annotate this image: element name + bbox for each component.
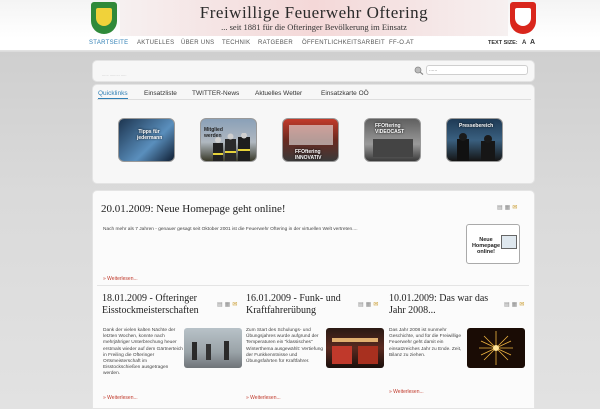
post-divider [97, 285, 529, 286]
post-title[interactable]: 18.01.2009 - Ofteringer Eisstockmeisters… [102, 293, 214, 317]
email-icon[interactable]: ✉ [519, 302, 524, 308]
quicklink-label: FFOftering INNOVATIV [295, 149, 322, 161]
text-size-decrease-button[interactable]: A [522, 40, 526, 46]
site-title: Freiwillige Feuerwehr Oftering [199, 3, 429, 22]
site-subtitle: ... seit 1881 für die Ofteringer Bevölke… [221, 22, 407, 32]
featured-post-tools: ▤ ▦ ✉ [497, 204, 519, 211]
post-image-ice-stock[interactable] [184, 328, 242, 368]
read-more-link[interactable]: » Weiterlesen... [389, 389, 424, 395]
tab-quicklinks[interactable]: Quicklinks [98, 90, 128, 99]
post-tools: ▤ ▦ ✉ [358, 301, 380, 308]
email-icon[interactable]: ✉ [232, 302, 237, 308]
nav-ueber-uns[interactable]: ÜBER UNS [181, 40, 214, 46]
fire-brigade-logo[interactable] [510, 2, 536, 34]
quicklink-label: Pressebereich [459, 123, 494, 129]
quicklink-ffoftering-videocast[interactable]: FFOftering VIDEOCAST [364, 118, 421, 162]
text-size-label: TEXT SIZE: [488, 40, 518, 46]
post-image-fire-station[interactable] [326, 328, 384, 368]
pdf-icon[interactable]: ▦ [512, 302, 518, 308]
search-input[interactable] [426, 65, 528, 75]
main-navigation: STARTSEITE AKTUELLES ÜBER UNS TECHNIK RA… [0, 38, 600, 51]
post-text: Zum Start des Schulungs- und Übungsjahre… [246, 328, 324, 365]
quicklink-label: FFOftering VIDEOCAST [375, 123, 405, 135]
pdf-icon[interactable]: ▦ [366, 302, 372, 308]
breadcrumb: ...... ......... ..... [102, 72, 127, 77]
print-icon[interactable]: ▤ [504, 302, 510, 308]
tab-einsatzliste[interactable]: Einsatzliste [144, 90, 177, 97]
quicklink-tipps-fuer-jedermann[interactable]: Tipps für jedermann [118, 118, 175, 162]
featured-post-title[interactable]: 20.01.2009: Neue Homepage geht online! [101, 203, 286, 215]
monitor-icon [501, 235, 517, 249]
tab-aktuelles-wetter[interactable]: Aktuelles Wetter [255, 90, 302, 97]
municipal-crest-logo [91, 2, 117, 34]
featured-post-text: Nach mehr als 7 Jahren - genauer gesagt … [103, 227, 358, 232]
post-tools: ▤ ▦ ✉ [217, 301, 239, 308]
quicklink-pressebereich[interactable]: Pressebereich [446, 118, 503, 162]
nav-technik[interactable]: TECHNIK [222, 40, 250, 46]
badge-label: Neue Homepage online! [471, 237, 501, 255]
text-size-increase-button[interactable]: A [530, 39, 535, 46]
post-text: Dank der vielen kalten Nächte der letzte… [103, 328, 183, 377]
read-more-link[interactable]: » Weiterlesen... [246, 395, 281, 401]
print-icon[interactable]: ▤ [217, 302, 223, 308]
featured-read-more-link[interactable]: » Weiterlesen... [103, 276, 138, 282]
nav-startseite[interactable]: STARTSEITE [89, 40, 128, 46]
tab-einsatzkarte[interactable]: Einsatzkarte OÖ [321, 90, 369, 97]
nav-ff-o-at[interactable]: FF-O.AT [389, 40, 414, 46]
press-photo [457, 133, 495, 161]
post-title[interactable]: 10.01.2009: Das war das Jahr 2008... [389, 293, 501, 317]
video-thumbnail [373, 139, 413, 157]
tabs-divider [97, 99, 531, 100]
post-text: Das Jahr 2008 ist nunmehr Geschichte, un… [389, 328, 462, 358]
post-tools: ▤ ▦ ✉ [504, 301, 526, 308]
post-image-fireworks[interactable] [467, 328, 525, 368]
quicklink-ffoftering-innovativ[interactable]: FFOftering INNOVATIV [282, 118, 339, 162]
email-icon[interactable]: ✉ [512, 205, 517, 211]
print-icon[interactable]: ▤ [497, 205, 503, 211]
post-title[interactable]: 16.01.2009 - Funk- und Kraftfahrerübung [246, 293, 361, 317]
quicklink-mitglied-werden[interactable]: Mitglied werden [200, 118, 257, 162]
email-icon[interactable]: ✉ [373, 302, 378, 308]
pdf-icon[interactable]: ▦ [225, 302, 231, 308]
firefighters-illustration [213, 133, 250, 161]
nav-aktuelles[interactable]: AKTUELLES [137, 40, 174, 46]
print-icon[interactable]: ▤ [358, 302, 364, 308]
site-header: Freiwillige Feuerwehr Oftering ... seit … [0, 0, 600, 38]
nav-ratgeber[interactable]: RATGEBER [258, 40, 293, 46]
fire-truck-image [289, 125, 333, 145]
read-more-link[interactable]: » Weiterlesen... [103, 395, 138, 401]
search-icon[interactable] [414, 66, 424, 75]
pdf-icon[interactable]: ▦ [505, 205, 511, 211]
new-homepage-badge: Neue Homepage online! [466, 224, 520, 264]
quicklink-label: Tipps für jedermann [137, 129, 163, 141]
tab-twitter-news[interactable]: TWITTER-News [192, 90, 239, 97]
nav-oeffentlichkeitsarbeit[interactable]: ÖFFENTLICHKEITSARBEIT [302, 40, 385, 46]
